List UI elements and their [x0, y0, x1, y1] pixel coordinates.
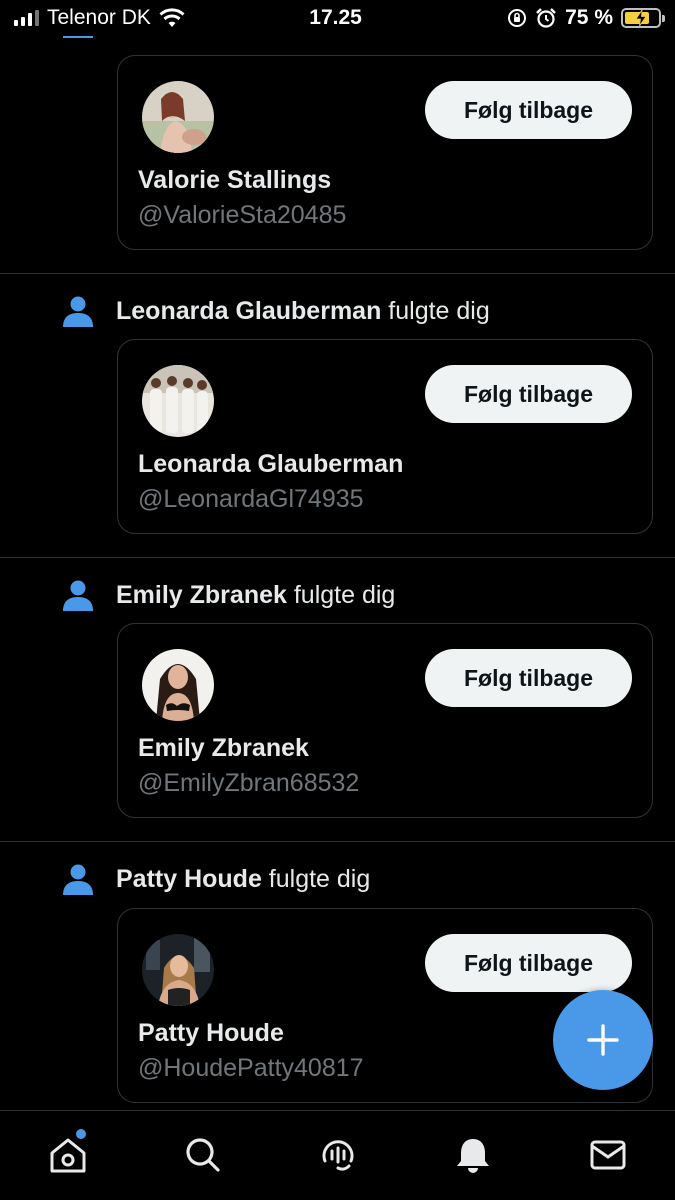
tab-notifications[interactable]	[405, 1135, 540, 1175]
compose-fab[interactable]	[553, 990, 653, 1090]
battery-icon	[621, 8, 665, 28]
avatar[interactable]	[142, 81, 214, 153]
user-handle: @EmilyZbran68532	[138, 769, 360, 797]
notification-header: Patty Houde fulgte dig	[60, 859, 370, 899]
notification-item[interactable]: Leonarda Glauberman fulgte dig Følg tilb…	[0, 274, 675, 558]
user-card[interactable]: Følg tilbage Leonarda Glauberman @Leonar…	[117, 339, 653, 534]
follower-name: Emily Zbranek	[116, 580, 287, 609]
avatar[interactable]	[142, 934, 214, 1006]
notification-item[interactable]: Følg tilbage Valorie Stallings @ValorieS…	[0, 0, 675, 274]
user-handle: @HoudePatty40817	[138, 1054, 364, 1082]
status-bar: Telenor DK 17.25 75 %	[0, 0, 675, 36]
person-icon	[63, 580, 93, 611]
notification-text: Emily Zbranek fulgte dig	[116, 581, 395, 610]
tab-home[interactable]	[0, 1129, 135, 1175]
charging-bolt-icon	[623, 10, 659, 26]
user-card[interactable]: Følg tilbage Valorie Stallings @ValorieS…	[117, 55, 653, 250]
user-name: Emily Zbranek	[138, 734, 309, 762]
rotation-lock-icon	[508, 9, 527, 27]
user-card[interactable]: Følg tilbage Emily Zbranek @EmilyZbran68…	[117, 623, 653, 818]
avatar[interactable]	[142, 649, 214, 721]
carrier-label: Telenor DK	[47, 6, 151, 29]
mail-icon	[590, 1140, 625, 1170]
plus-icon	[587, 1024, 619, 1056]
notification-action: fulgte dig	[261, 864, 371, 893]
cellular-signal-icon	[14, 10, 39, 26]
tab-messages[interactable]	[540, 1135, 675, 1175]
tab-spaces[interactable]	[270, 1135, 405, 1175]
avatar[interactable]	[142, 365, 214, 437]
search-icon	[185, 1138, 220, 1172]
status-right: 75 %	[507, 6, 665, 30]
user-handle: @LeonardaGl74935	[138, 485, 364, 513]
notifications-screen: Telenor DK 17.25 75 % Følg tilbage Valor…	[0, 0, 675, 1200]
notification-header: Leonarda Glauberman fulgte dig	[60, 291, 490, 331]
notification-action: fulgte dig	[286, 580, 396, 609]
battery-percentage: 75 %	[565, 6, 613, 29]
home-icon	[50, 1138, 85, 1173]
status-time: 17.25	[309, 6, 362, 29]
user-name: Leonarda Glauberman	[138, 450, 404, 478]
follow-back-button[interactable]: Følg tilbage	[425, 81, 632, 139]
follow-back-button[interactable]: Følg tilbage	[425, 649, 632, 707]
person-icon	[63, 296, 93, 327]
notification-action: fulgte dig	[381, 296, 490, 325]
notification-item[interactable]: Emily Zbranek fulgte dig Følg tilbage Em…	[0, 558, 675, 842]
notification-text: Leonarda Glauberman fulgte dig	[116, 297, 490, 326]
spaces-icon	[322, 1140, 353, 1171]
alarm-icon	[536, 8, 556, 28]
bottom-tab-bar	[0, 1110, 675, 1200]
follow-back-button[interactable]: Følg tilbage	[425, 365, 632, 423]
user-name: Patty Houde	[138, 1019, 284, 1047]
person-icon	[63, 864, 93, 895]
notification-text: Patty Houde fulgte dig	[116, 865, 370, 894]
unread-dot	[76, 1129, 86, 1139]
bell-icon	[456, 1139, 489, 1173]
follow-back-button[interactable]: Følg tilbage	[425, 934, 632, 992]
follower-name: Patty Houde	[116, 864, 262, 893]
user-handle: @ValorieSta20485	[138, 201, 347, 229]
tab-search[interactable]	[135, 1135, 270, 1175]
notification-header: Emily Zbranek fulgte dig	[60, 575, 395, 615]
follower-name: Leonarda Glauberman	[116, 296, 382, 325]
user-name: Valorie Stallings	[138, 166, 332, 194]
